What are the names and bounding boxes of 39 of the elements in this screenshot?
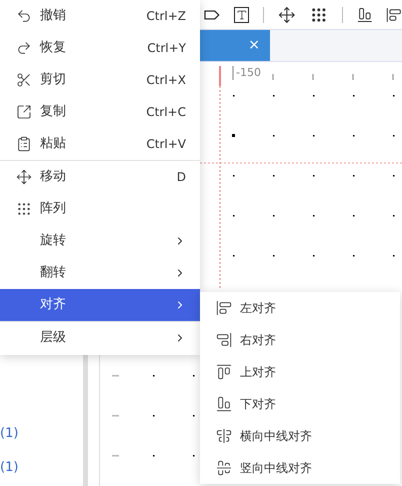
- grid-dots-icon[interactable]: [310, 6, 328, 24]
- grid-dots-icon: [16, 201, 32, 217]
- menu-item[interactable]: 下对齐: [200, 388, 400, 420]
- align-bottom-icon[interactable]: [356, 6, 372, 22]
- menu-item[interactable]: 横向中线对齐: [200, 420, 400, 452]
- align-bottom-icon: [216, 396, 232, 412]
- menu-item[interactable]: 撤销 Ctrl+Z: [0, 0, 200, 32]
- layer-count: (1): [0, 459, 20, 477]
- move-icon: [16, 169, 32, 185]
- layer-count: (1): [0, 425, 20, 443]
- menu-item[interactable]: 上对齐: [200, 356, 400, 388]
- align-left-icon[interactable]: [386, 6, 402, 22]
- paste-icon: [16, 136, 32, 152]
- menu-item[interactable]: 旋转: [0, 225, 200, 257]
- menu-item[interactable]: 恢复 Ctrl+Y: [0, 32, 200, 64]
- menu-item[interactable]: 翻转: [0, 257, 200, 289]
- menu-item[interactable]: 阵列: [0, 193, 200, 225]
- align-center-vertical-icon: [216, 460, 232, 476]
- align-right-icon: [216, 332, 232, 348]
- align-top-icon: [216, 364, 232, 380]
- align-center-horizontal-icon: [216, 428, 232, 444]
- menu-item[interactable]: 剪切 Ctrl+X: [0, 64, 200, 96]
- undo-icon: [16, 8, 32, 24]
- text-box-icon[interactable]: [234, 6, 250, 22]
- menu-item[interactable]: 层级: [0, 322, 200, 354]
- tag-shape-icon[interactable]: [204, 10, 220, 20]
- menu-item[interactable]: 复制 Ctrl+C: [0, 96, 200, 128]
- menu-item[interactable]: 移动 D: [0, 161, 200, 193]
- scissors-icon: [16, 72, 32, 88]
- menu-item[interactable]: 竖向中线对齐: [200, 452, 400, 484]
- redo-icon: [16, 40, 32, 56]
- menu-item[interactable]: 左对齐: [200, 292, 400, 324]
- move-icon[interactable]: [278, 6, 296, 24]
- align-left-icon: [216, 300, 232, 316]
- document-tab[interactable]: ×: [200, 30, 270, 61]
- menu-item[interactable]: 对齐: [0, 289, 200, 321]
- ruler-label: -150: [236, 65, 261, 81]
- menu-item[interactable]: 粘贴 Ctrl+V: [0, 128, 200, 160]
- menu-item[interactable]: 右对齐: [200, 324, 400, 356]
